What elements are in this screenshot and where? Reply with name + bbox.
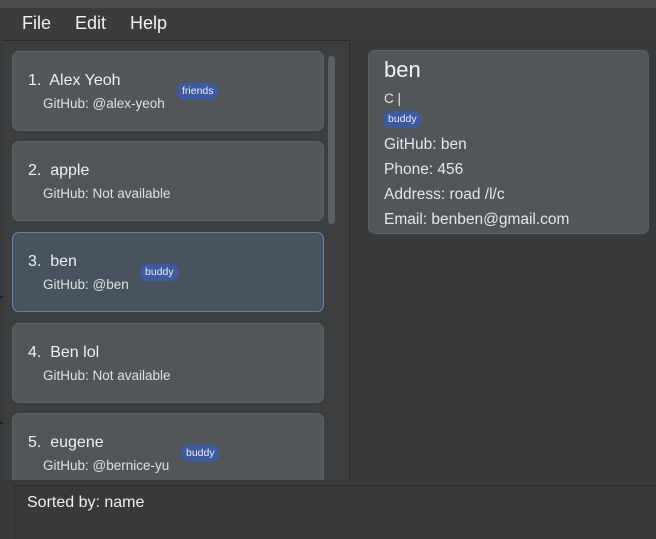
person-index: 3.	[28, 253, 42, 270]
detail-name: ben	[384, 57, 421, 82]
person-github: GitHub: Not available	[43, 368, 171, 383]
person-name: Ben lol	[50, 344, 100, 361]
person-card-title: 4. Ben lol	[28, 344, 99, 362]
person-card-title: 2. apple	[28, 162, 89, 180]
detail-address: Address: road /l/c	[384, 186, 505, 203]
person-index: 5.	[28, 434, 42, 451]
person-card-5[interactable]: 5. eugene GitHub: @bernice-yu buddy	[12, 413, 324, 480]
person-github: GitHub: @alex-yeoh	[43, 96, 165, 111]
person-card-4[interactable]: 4. Ben lol GitHub: Not available	[12, 323, 324, 403]
person-card-2[interactable]: 2. apple GitHub: Not available	[12, 141, 324, 221]
person-name: Alex Yeoh	[49, 72, 121, 89]
person-name: ben	[50, 253, 77, 270]
person-name: eugene	[50, 434, 104, 451]
tag-badge: friends	[177, 83, 219, 100]
list-scrollbar[interactable]	[328, 56, 335, 224]
result-message: Sorted by: name	[27, 494, 145, 511]
person-index: 1.	[28, 72, 42, 89]
person-card-title: 5. eugene	[28, 434, 104, 452]
person-index: 2.	[28, 162, 42, 179]
detail-phone: Phone: 456	[384, 161, 464, 178]
detail-tag-badge: buddy	[383, 111, 422, 128]
person-list-panel[interactable]: 1. Alex Yeoh GitHub: @alex-yeoh friends …	[3, 40, 350, 480]
person-name: apple	[50, 162, 90, 179]
detail-email: Email: benben@gmail.com	[384, 211, 570, 228]
person-card-1[interactable]: 1. Alex Yeoh GitHub: @alex-yeoh friends	[12, 51, 324, 131]
person-github: GitHub: @ben	[43, 277, 129, 292]
detail-remark: C |	[384, 91, 402, 106]
detail-github: GitHub: ben	[384, 136, 467, 153]
menu-edit[interactable]: Edit	[63, 8, 118, 39]
menu-help[interactable]: Help	[118, 8, 179, 39]
person-github: GitHub: @bernice-yu	[43, 458, 170, 473]
tag-badge: buddy	[140, 264, 179, 281]
person-github: GitHub: Not available	[43, 186, 171, 201]
person-card-title: 3. ben	[28, 253, 77, 271]
menu-bar: File Edit Help	[0, 8, 656, 39]
person-card-title: 1. Alex Yeoh	[28, 72, 121, 90]
person-detail-card: ben C | buddy GitHub: ben Phone: 456 Add…	[368, 50, 649, 234]
tag-badge: buddy	[181, 445, 220, 462]
person-index: 4.	[28, 344, 42, 361]
result-display: Sorted by: name	[14, 485, 656, 539]
menu-file[interactable]: File	[10, 8, 63, 39]
person-card-3[interactable]: 3. ben GitHub: @ben buddy	[12, 232, 324, 312]
window-titlebar	[0, 0, 656, 8]
